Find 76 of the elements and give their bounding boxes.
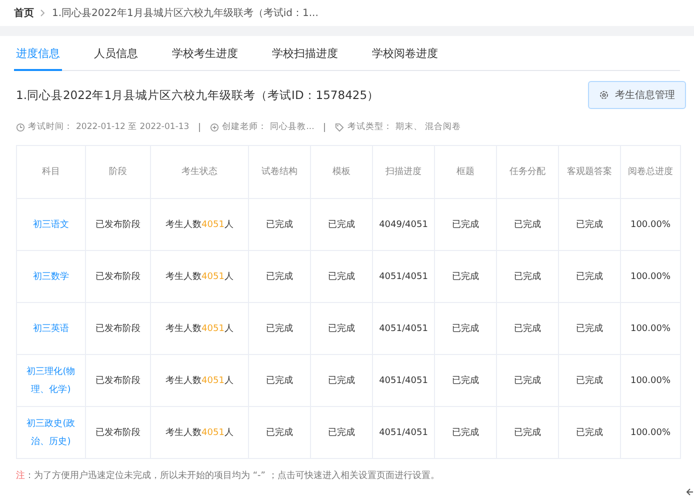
table-cell: 已完成 bbox=[558, 198, 620, 250]
column-header: 扫描进度 bbox=[372, 146, 434, 198]
table-cell: 已完成 bbox=[248, 302, 310, 354]
table-cell: 已完成 bbox=[310, 354, 372, 406]
table-cell: 4049/4051 bbox=[372, 198, 434, 250]
table-cell: 已完成 bbox=[496, 250, 558, 302]
table-cell: 100.00% bbox=[620, 250, 680, 302]
meta-value: 同心县教... bbox=[270, 121, 314, 133]
table-cell: 已完成 bbox=[310, 302, 372, 354]
column-header: 客观题答案 bbox=[558, 146, 620, 198]
table-cell: 已发布阶段 bbox=[86, 302, 150, 354]
table-cell: 已完成 bbox=[434, 354, 496, 406]
table-cell: 已完成 bbox=[248, 198, 310, 250]
table-cell: 已完成 bbox=[434, 406, 496, 458]
column-header: 任务分配 bbox=[496, 146, 558, 198]
column-header: 阶段 bbox=[86, 146, 150, 198]
table-cell: 100.00% bbox=[620, 302, 680, 354]
tab[interactable]: 人员信息 bbox=[92, 42, 140, 71]
table-cell: 已完成 bbox=[248, 250, 310, 302]
table-cell: 已完成 bbox=[558, 406, 620, 458]
column-header: 考生状态 bbox=[150, 146, 248, 198]
meta-label: 考试时间： bbox=[28, 121, 73, 133]
student-info-button[interactable]: 考生信息管理 bbox=[588, 81, 686, 109]
table-cell: 4051/4051 bbox=[372, 302, 434, 354]
table-cell: 考生人数4051人 bbox=[150, 406, 248, 458]
breadcrumb-home-link[interactable]: 首页 bbox=[14, 6, 34, 20]
table-cell: 100.00% bbox=[620, 354, 680, 406]
meta-value: 2022-01-12 至 2022-01-13 bbox=[76, 121, 190, 133]
meta-label: 创建老师： bbox=[222, 121, 268, 133]
table-cell: 4051/4051 bbox=[372, 250, 434, 302]
table-cell: 已完成 bbox=[496, 406, 558, 458]
table-cell: 已完成 bbox=[310, 406, 372, 458]
column-header: 阅卷总进度 bbox=[620, 146, 680, 198]
column-header: 模板 bbox=[310, 146, 372, 198]
note-text: 注：为了方便用户迅速定位未完成，所以未开始的项目均为 “-” ；点击可快速进入相关设置页面进行设置。 bbox=[16, 470, 440, 482]
table-cell: 已完成 bbox=[248, 406, 310, 458]
breadcrumb-current: 1.同心县2022年1月县城片区六校九年级联考（考试id：1... bbox=[52, 6, 318, 20]
table-cell: 已完成 bbox=[310, 250, 372, 302]
meta-value: 期末、 混合阅卷 bbox=[395, 121, 462, 133]
arrow-left-icon[interactable] bbox=[686, 488, 694, 496]
table-cell: 已完成 bbox=[434, 250, 496, 302]
table-cell: 已完成 bbox=[496, 198, 558, 250]
table-cell: 已发布阶段 bbox=[86, 406, 150, 458]
table-cell: 4051/4051 bbox=[372, 406, 434, 458]
table-cell: 已完成 bbox=[558, 302, 620, 354]
table-cell: 100.00% bbox=[620, 198, 680, 250]
column-header: 框题 bbox=[434, 146, 496, 198]
column-header: 试卷结构 bbox=[248, 146, 310, 198]
table-cell: 已发布阶段 bbox=[86, 198, 150, 250]
tag-icon bbox=[335, 122, 344, 132]
table-cell: 已完成 bbox=[496, 354, 558, 406]
table-cell: 已完成 bbox=[558, 354, 620, 406]
table-cell: 考生人数4051人 bbox=[150, 354, 248, 406]
tab[interactable]: 学校阅卷进度 bbox=[370, 42, 440, 71]
meta-label: 考试类型： bbox=[347, 121, 392, 133]
table-cell: 已完成 bbox=[310, 198, 372, 250]
table-cell: 已发布阶段 bbox=[86, 354, 150, 406]
table-cell: 已完成 bbox=[248, 354, 310, 406]
table-cell: 已完成 bbox=[558, 250, 620, 302]
column-header: 科目 bbox=[16, 146, 86, 198]
table-cell: 已完成 bbox=[434, 198, 496, 250]
table-cell: 已发布阶段 bbox=[86, 250, 150, 302]
chevron-right-icon bbox=[40, 9, 46, 17]
table-cell: 考生人数4051人 bbox=[150, 250, 248, 302]
table-cell: 考生人数4051人 bbox=[150, 198, 248, 250]
add-circle-icon bbox=[210, 122, 220, 132]
table-cell: 4051/4051 bbox=[372, 354, 434, 406]
tab[interactable]: 学校扫描进度 bbox=[270, 42, 340, 71]
table-cell: 已完成 bbox=[496, 302, 558, 354]
table-cell: 100.00% bbox=[620, 406, 680, 458]
table-cell: 考生人数4051人 bbox=[150, 302, 248, 354]
table-cell: 已完成 bbox=[434, 302, 496, 354]
settings-icon bbox=[599, 90, 609, 100]
exam-title: 1.同心县2022年1月县城片区六校九年级联考（考试ID：1578425） bbox=[16, 88, 380, 102]
tab[interactable]: 学校考生进度 bbox=[170, 42, 240, 71]
clock-icon bbox=[16, 122, 25, 132]
